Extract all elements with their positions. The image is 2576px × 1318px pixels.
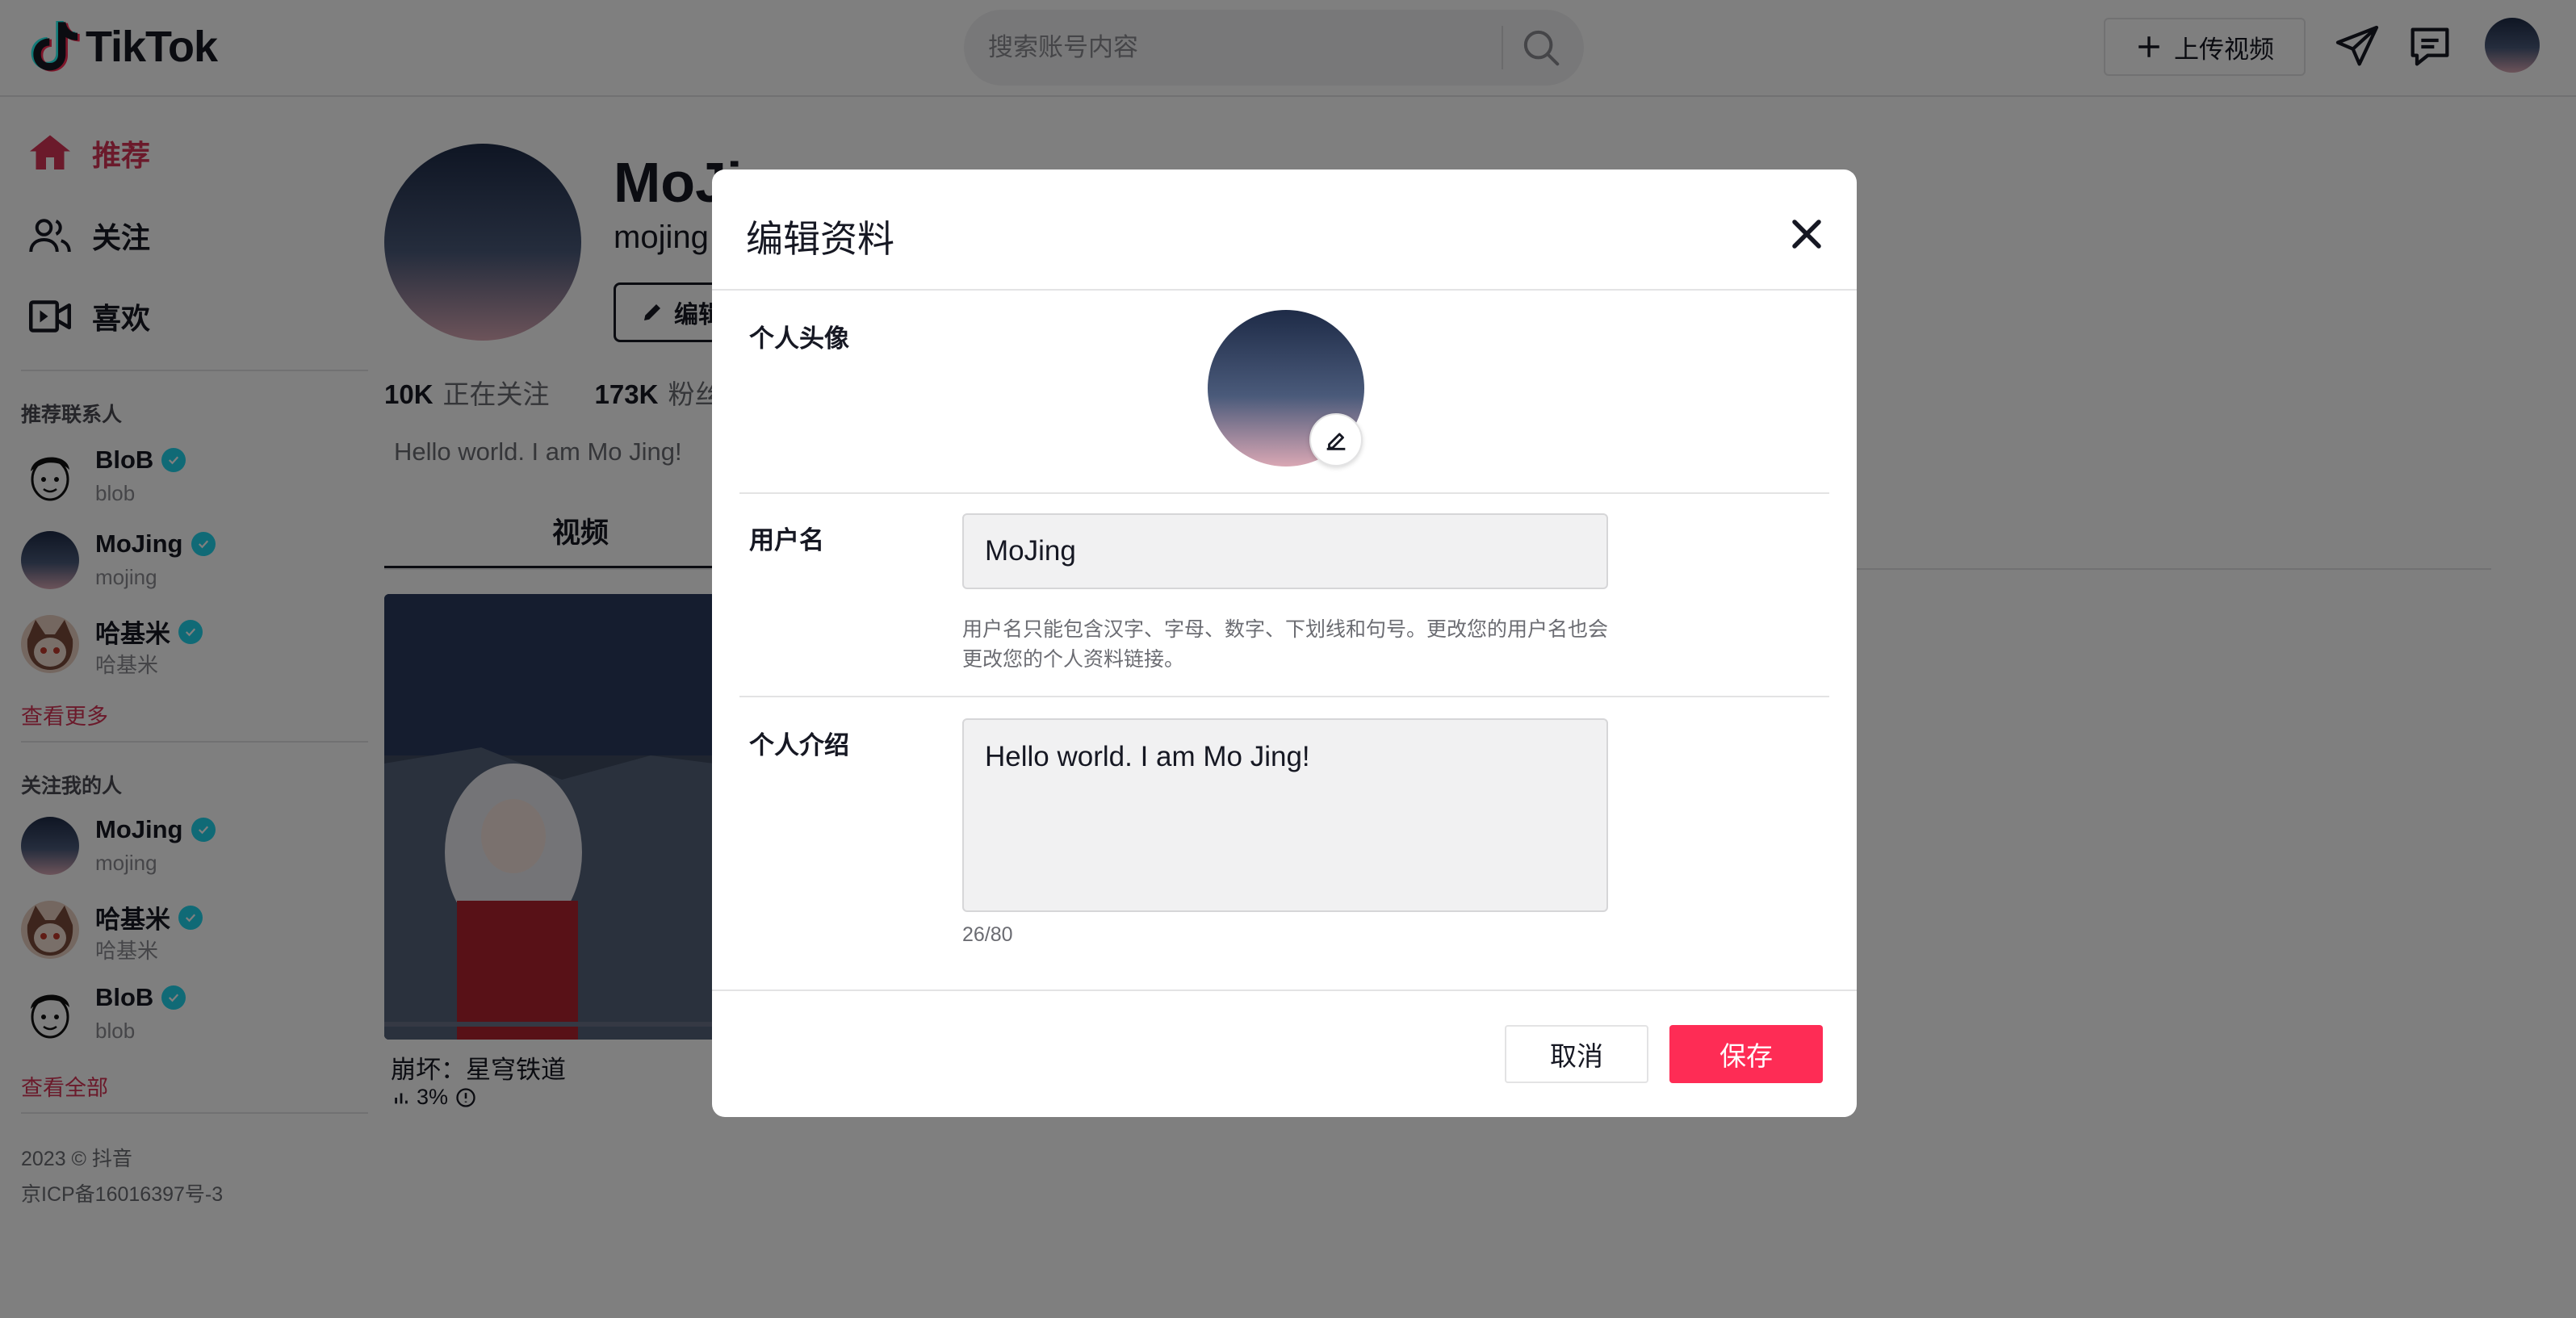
avatar-field-label: 个人头像 [749,324,849,353]
edit-profile-dialog: 编辑资料 个人头像 用户名 用户名只能包含汉字、字母、数字、下划线和句号。更改您… [712,169,1857,1117]
dialog-title: 编辑资料 [746,218,894,260]
close-icon[interactable] [1782,210,1831,258]
field-divider [739,492,1829,494]
dialog-footer-divider [712,990,1857,991]
username-input[interactable] [962,513,1608,589]
username-hint: 用户名只能包含汉字、字母、数字、下划线和句号。更改您的用户名也会更改您的个人资料… [962,618,1609,671]
cancel-button[interactable]: 取消 [1505,1025,1648,1083]
save-button[interactable]: 保存 [1669,1025,1823,1083]
bio-textarea[interactable]: Hello world. I am Mo Jing! [962,718,1608,912]
dialog-header-divider [712,289,1857,291]
bio-field-label: 个人介绍 [749,731,849,759]
bio-char-counter: 26/80 [962,923,1013,946]
avatar-edit-button[interactable] [1309,413,1363,467]
edit-icon [1326,433,1346,450]
field-divider [739,696,1829,697]
username-field-label: 用户名 [749,526,824,554]
